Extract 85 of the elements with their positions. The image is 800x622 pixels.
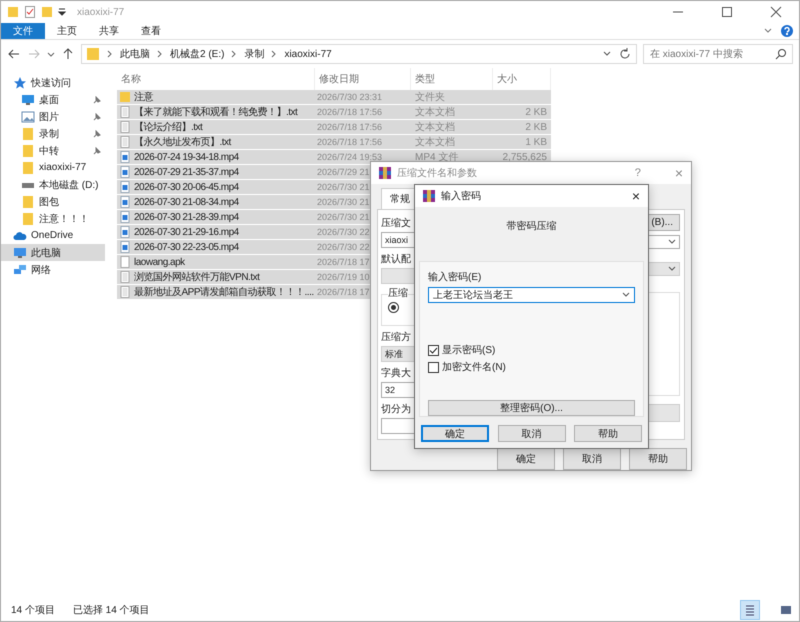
file-type: MP4 文件 <box>414 150 458 164</box>
file-size: 2 KB <box>524 106 548 118</box>
breadcrumb[interactable]: xiaoxixi-77 <box>284 48 332 60</box>
file-date: 2026/7/24 19:53 <box>316 152 382 162</box>
file-type: 文本文档 <box>414 120 455 134</box>
file-date: 2026/7/30 22 <box>316 227 370 237</box>
nav-item[interactable]: 此电脑 <box>1 244 105 261</box>
file-date: 2026/7/30 21 <box>316 212 370 222</box>
ribbon-tab[interactable]: 查看 <box>131 23 171 39</box>
checkbox[interactable]: 加密文件名(N) <box>428 360 506 374</box>
field-label: 压缩方 <box>381 332 412 344</box>
file-date: 2026/7/30 21 <box>316 182 370 192</box>
file-date: 2026/7/18 17 <box>316 257 370 267</box>
dialog-title: 压缩文件名和参数 <box>397 166 477 180</box>
file-name: 2026-07-30 20-06-45.mp4 <box>134 182 239 192</box>
close-button[interactable]: × <box>674 165 683 181</box>
nav-item[interactable]: OneDrive <box>1 227 105 244</box>
nav-item[interactable]: 图包 <box>1 193 105 210</box>
dialog-button[interactable]: 取消 <box>563 448 621 470</box>
dialog-button[interactable]: 确定 <box>421 425 489 442</box>
file-size: 2,755,625 <box>502 152 548 162</box>
file-name: 【永久地址发布页】.txt <box>134 136 231 149</box>
file-date: 2026/7/18 17:56 <box>316 122 382 132</box>
window-title: xiaoxixi-77 <box>77 6 126 18</box>
file-name: 2026-07-24 19-34-18.mp4 <box>134 152 239 162</box>
file-date: 2026/7/18 17:56 <box>316 107 382 117</box>
file-row[interactable]: 注意 2026/7/30 23:31 文件夹 <box>117 90 551 105</box>
address-bar[interactable]: 此电脑 机械盘2 (E:) 录制 xiaoxixi-77 <box>81 44 637 64</box>
field-label: 默认配 <box>381 254 412 266</box>
file-date: 2026/7/30 22 <box>316 242 370 252</box>
file-name: 【来了就能下载和观看！纯免费！】.txt <box>134 106 298 119</box>
breadcrumb[interactable]: 此电脑 <box>120 47 150 61</box>
nav-item[interactable]: 网络 <box>1 261 105 278</box>
nav-item[interactable]: 本地磁盘 (D:) <box>1 176 105 193</box>
ribbon-tab[interactable]: 文件 <box>1 23 45 39</box>
file-date: 2026/7/29 21 <box>316 167 370 177</box>
file-name: 注意 <box>134 90 153 104</box>
nav-item[interactable]: xiaoxixi-77 <box>1 159 105 176</box>
ribbon-tab[interactable]: 主页 <box>47 23 87 39</box>
group-label: 压缩 <box>388 288 408 300</box>
dialog-button[interactable]: 取消 <box>498 425 566 442</box>
field-label: 字典大 <box>381 368 412 380</box>
file-date: 2026/7/18 17 <box>316 287 370 297</box>
breadcrumb[interactable]: 机械盘2 (E:) <box>170 47 224 61</box>
file-row[interactable]: 【永久地址发布页】.txt 2026/7/18 17:56 文本文档 1 KB <box>117 135 551 150</box>
breadcrumb[interactable]: 录制 <box>244 47 264 61</box>
nav-item[interactable]: 快速访问 <box>1 74 105 91</box>
file-row[interactable]: 【论坛介绍】.txt 2026/7/18 17:56 文本文档 2 KB <box>117 120 551 135</box>
manage-passwords-button[interactable]: 整理密码(O)... <box>428 400 635 416</box>
close-button[interactable]: × <box>632 188 640 204</box>
selection-count: 已选择 14 个项目 <box>72 604 150 617</box>
search-field[interactable]: 在 xiaoxixi-77 中搜索 <box>643 44 793 64</box>
field-label: 切分为 <box>381 404 412 416</box>
file-name: 2026-07-29 21-35-37.mp4 <box>134 166 239 178</box>
file-name: 2026-07-30 21-28-39.mp4 <box>134 212 239 222</box>
file-date: 2026/7/19 10 <box>316 272 370 282</box>
item-count: 14 个项目 <box>11 604 55 617</box>
nav-item[interactable]: 中转 <box>1 142 105 159</box>
file-name: 【论坛介绍】.txt <box>134 120 202 134</box>
password-field[interactable]: 上老王论坛当老王 <box>428 287 635 303</box>
dialog-button[interactable]: 帮助 <box>629 448 687 470</box>
file-name: 最新地址及APP请发邮箱自动获取！！！.... <box>134 286 314 299</box>
file-name: 2026-07-30 21-08-34.mp4 <box>134 196 239 208</box>
file-date: 2026/7/18 17:56 <box>316 137 382 147</box>
file-name: 浏览国外网站软件万能VPN.txt <box>134 270 260 284</box>
help-button[interactable]: ? <box>634 167 641 179</box>
nav-item[interactable]: 注意！！！ <box>1 210 105 227</box>
nav-item[interactable]: 录制 <box>1 125 105 142</box>
file-date: 2026/7/30 21 <box>316 197 370 207</box>
dialog-button[interactable]: 确定 <box>497 448 555 470</box>
nav-item[interactable]: 桌面 <box>1 91 105 108</box>
file-name: laowang.apk <box>134 256 185 268</box>
file-date: 2026/7/30 23:31 <box>316 92 382 102</box>
file-size: 1 KB <box>524 136 548 148</box>
file-name: 2026-07-30 22-23-05.mp4 <box>134 242 239 252</box>
nav-item[interactable]: 图片 <box>1 108 105 125</box>
ribbon-tab[interactable]: 共享 <box>89 23 129 39</box>
file-type: 文本文档 <box>414 136 455 149</box>
file-name: 2026-07-30 21-29-16.mp4 <box>134 226 239 238</box>
file-row[interactable]: 【来了就能下载和观看！纯免费！】.txt 2026/7/18 17:56 文本文档 2 KB <box>117 105 551 120</box>
dialog-button[interactable]: 帮助 <box>574 425 642 442</box>
file-type: 文本文档 <box>414 106 455 119</box>
file-size: 2 KB <box>524 122 548 132</box>
field-label: 输入密码(E) <box>428 270 482 284</box>
file-type: 文件夹 <box>414 90 445 104</box>
